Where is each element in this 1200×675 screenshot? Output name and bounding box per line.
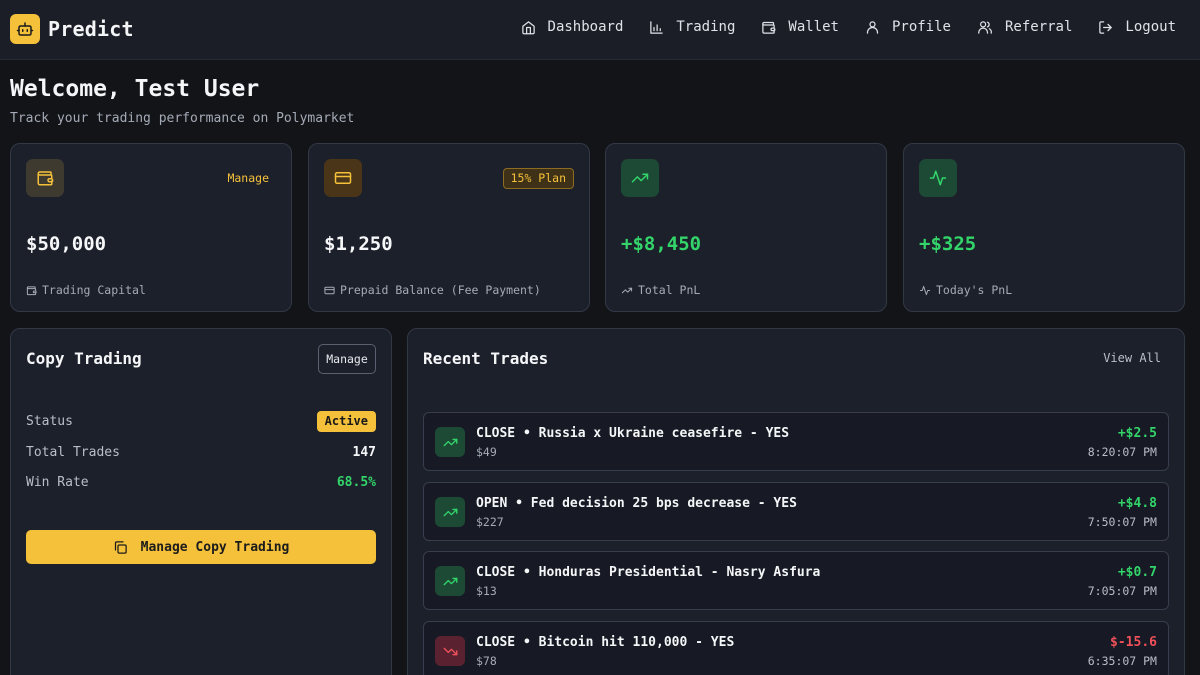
win-rate-label: Win Rate xyxy=(26,475,89,490)
brand[interactable]: Predict xyxy=(10,14,134,44)
stat-label: Trading Capital xyxy=(26,283,146,297)
trade-row[interactable]: CLOSE • Honduras Presidential - Nasry As… xyxy=(423,551,1169,610)
trade-pnl: $-15.6 xyxy=(1110,635,1157,650)
trending-down-icon xyxy=(435,636,465,666)
stat-value: +$8,450 xyxy=(621,233,702,255)
nav-dashboard[interactable]: Dashboard xyxy=(521,19,624,35)
stat-label: Total PnL xyxy=(621,283,700,297)
win-rate-value: 68.5% xyxy=(336,475,376,490)
trade-amount: $13 xyxy=(476,584,497,598)
stat-label-text: Trading Capital xyxy=(42,283,146,297)
stat-value: $50,000 xyxy=(26,233,107,255)
trade-title: CLOSE • Russia x Ukraine ceasefire - YES xyxy=(476,426,790,441)
trade-title: CLOSE • Honduras Presidential - Nasry As… xyxy=(476,565,821,580)
trade-title: CLOSE • Bitcoin hit 110,000 - YES xyxy=(476,635,735,650)
wallet-icon xyxy=(26,285,37,296)
trade-row[interactable]: CLOSE • Bitcoin hit 110,000 - YES $78 $-… xyxy=(423,621,1169,675)
trending-up-icon xyxy=(435,427,465,457)
trade-amount: $49 xyxy=(476,445,497,459)
trending-up-icon xyxy=(435,497,465,527)
trade-time: 7:50:07 PM xyxy=(1087,515,1157,529)
copy-icon xyxy=(113,540,128,555)
stat-card-total-pnl: +$8,450 Total PnL xyxy=(605,143,887,312)
credit-card-icon xyxy=(324,159,362,197)
activity-icon xyxy=(919,285,931,296)
trade-time: 6:35:07 PM xyxy=(1087,654,1157,668)
users-icon xyxy=(977,20,993,35)
recent-trades-panel: Recent Trades View All CLOSE • Russia x … xyxy=(407,328,1185,675)
stat-card-todays-pnl: +$325 Today's PnL xyxy=(903,143,1185,312)
logout-icon xyxy=(1098,20,1113,35)
nav-logout[interactable]: Logout xyxy=(1098,19,1176,35)
nav-profile[interactable]: Profile xyxy=(865,19,951,35)
nav-referral[interactable]: Referral xyxy=(977,19,1072,35)
manage-capital-link[interactable]: Manage xyxy=(227,171,269,185)
robot-icon xyxy=(10,14,40,44)
activity-icon xyxy=(919,159,957,197)
nav-trading-label: Trading xyxy=(676,19,736,35)
trade-row[interactable]: CLOSE • Russia x Ukraine ceasefire - YES… xyxy=(423,412,1169,471)
trade-time: 7:05:07 PM xyxy=(1087,584,1157,598)
stat-card-trading-capital: Manage $50,000 Trading Capital xyxy=(10,143,292,312)
stat-card-prepaid-balance: 15% Plan $1,250 Prepaid Balance (Fee Pay… xyxy=(308,143,590,312)
nav-wallet[interactable]: Wallet xyxy=(761,19,839,35)
manage-copy-button[interactable]: Manage xyxy=(318,344,376,374)
stat-value: $1,250 xyxy=(324,233,393,255)
home-icon xyxy=(521,20,536,35)
trending-up-icon xyxy=(621,285,633,296)
total-trades-label: Total Trades xyxy=(26,445,120,460)
trending-up-icon xyxy=(435,566,465,596)
nav-wallet-label: Wallet xyxy=(788,19,839,35)
copy-trading-title: Copy Trading xyxy=(26,349,142,368)
top-navbar: Predict Dashboard Trading Wallet Profile xyxy=(0,0,1200,60)
trade-row[interactable]: OPEN • Fed decision 25 bps decrease - YE… xyxy=(423,482,1169,541)
page-title: Welcome, Test User xyxy=(10,76,260,102)
trade-pnl: +$0.7 xyxy=(1117,565,1157,580)
stat-label: Today's PnL xyxy=(919,283,1012,297)
stat-label-text: Total PnL xyxy=(638,283,701,297)
trade-amount: $227 xyxy=(476,515,504,529)
nav-referral-label: Referral xyxy=(1004,19,1073,35)
trending-up-icon xyxy=(621,159,659,197)
trade-amount: $78 xyxy=(476,654,497,668)
nav-dashboard-label: Dashboard xyxy=(547,19,624,35)
recent-trades-title: Recent Trades xyxy=(423,349,549,368)
view-all-link[interactable]: View All xyxy=(1103,351,1161,365)
nav-trading[interactable]: Trading xyxy=(649,19,735,35)
nav-profile-label: Profile xyxy=(891,19,951,35)
nav-logout-label: Logout xyxy=(1125,19,1176,35)
brand-name: Predict xyxy=(48,17,134,41)
manage-copy-trading-button[interactable]: Manage Copy Trading xyxy=(26,530,376,564)
credit-card-icon xyxy=(324,285,335,296)
stat-label-text: Prepaid Balance (Fee Payment) xyxy=(340,283,541,297)
stat-value: +$325 xyxy=(919,233,977,255)
wallet-icon xyxy=(26,159,64,197)
user-icon xyxy=(865,20,880,35)
trade-pnl: +$2.5 xyxy=(1117,426,1157,441)
stat-label-text: Today's PnL xyxy=(936,283,1013,297)
page-subtitle: Track your trading performance on Polyma… xyxy=(10,111,355,126)
main-nav: Dashboard Trading Wallet Profile Referra… xyxy=(495,19,1176,35)
total-trades-value: 147 xyxy=(352,445,376,460)
manage-copy-trading-label: Manage Copy Trading xyxy=(140,539,290,555)
trade-title: OPEN • Fed decision 25 bps decrease - YE… xyxy=(476,496,797,511)
trade-pnl: +$4.8 xyxy=(1117,496,1157,511)
trade-time: 8:20:07 PM xyxy=(1087,445,1157,459)
status-label: Status xyxy=(26,414,73,429)
bar-chart-icon xyxy=(649,20,664,35)
stat-label: Prepaid Balance (Fee Payment) xyxy=(324,283,541,297)
wallet-icon xyxy=(761,20,776,35)
status-badge: Active xyxy=(316,411,376,432)
copy-trading-panel: Copy Trading Manage Status Active Total … xyxy=(10,328,392,675)
plan-badge: 15% Plan xyxy=(502,168,574,189)
